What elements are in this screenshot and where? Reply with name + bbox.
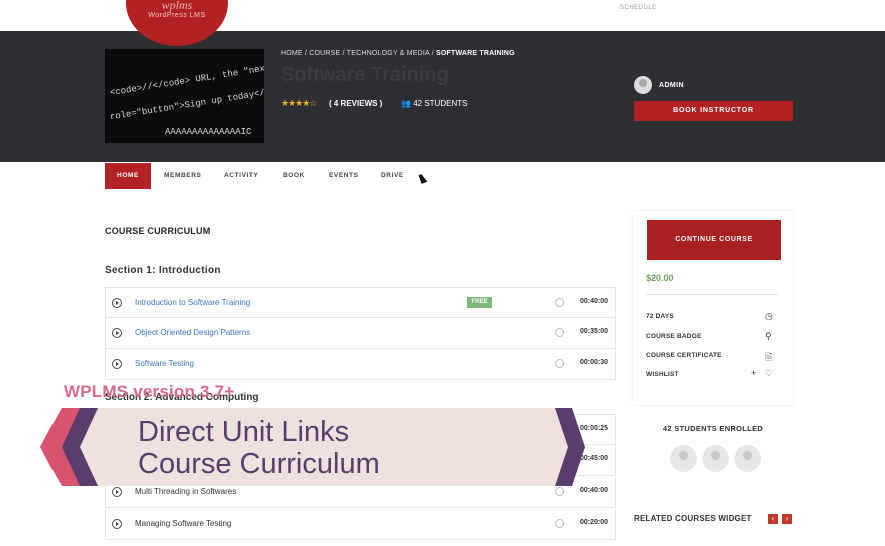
instructor-name[interactable]: ADMIN: [659, 82, 684, 89]
course-price: $20.00: [646, 273, 674, 283]
plus-icon[interactable]: +: [751, 368, 756, 378]
nav-link-schedule[interactable]: SCHEDULE: [620, 5, 657, 11]
unit-duration: 00:35:00: [580, 328, 609, 335]
tab-members[interactable]: MEMBERS: [164, 163, 201, 189]
certificate-icon: 🗎: [765, 352, 773, 362]
users-icon: 👥: [401, 99, 411, 108]
students-label: 42 STUDENTS: [413, 99, 468, 108]
feature-badge: COURSE BADGE: [646, 333, 702, 340]
free-badge: FREE: [467, 297, 492, 308]
rating-stars: ★★★★☆: [281, 98, 317, 108]
banner-line-2: Course Curriculum: [138, 448, 380, 480]
section-heading: Section 1: Introduction: [105, 265, 221, 276]
unit-duration: 00:20:00: [580, 519, 609, 526]
breadcrumb-course[interactable]: COURSE: [309, 50, 340, 57]
clock-icon: [555, 328, 564, 337]
feature-duration: 72 DAYS: [646, 313, 674, 320]
unit-row: Object Oriented Design Patterns 00:35:00: [105, 318, 616, 349]
play-icon: [112, 298, 122, 308]
course-title: Software Training: [281, 64, 449, 86]
unit-title[interactable]: Managing Software Testing: [135, 519, 231, 528]
curriculum-heading: COURSE CURRICULUM: [105, 226, 211, 236]
breadcrumb: HOME / COURSE / TECHNOLOGY & MEDIA / SOF…: [281, 50, 515, 57]
logo-subtitle: WordPress LMS: [148, 12, 206, 19]
tab-events[interactable]: EVENTS: [329, 163, 359, 189]
clock-icon: ◷: [765, 311, 773, 321]
unit-link[interactable]: Software Testing: [135, 359, 194, 368]
unit-link[interactable]: Introduction to Software Training: [135, 298, 250, 307]
student-avatar[interactable]: [670, 445, 697, 472]
tab-book[interactable]: BOOK: [283, 163, 305, 189]
students-enrolled: 42 STUDENTS ENROLLED: [662, 424, 764, 433]
tab-home[interactable]: HOME: [105, 163, 151, 189]
previous-arrow-icon[interactable]: ‹: [768, 514, 778, 524]
course-thumbnail: <code>//</code> URL, the "next" ="<" rol…: [105, 49, 264, 143]
next-arrow-icon[interactable]: ›: [782, 514, 792, 524]
clock-icon: [555, 519, 564, 528]
unit-row: Managing Software Testing 00:20:00: [105, 509, 616, 540]
heart-icon[interactable]: ♡: [765, 368, 773, 379]
breadcrumb-home[interactable]: HOME: [281, 50, 303, 57]
unit-duration: 00:00:30: [580, 359, 609, 366]
clock-icon: [555, 359, 564, 368]
banner-line-1: Direct Unit Links: [138, 416, 350, 448]
instructor-avatar[interactable]: [634, 76, 652, 94]
breadcrumb-current: SOFTWARE TRAINING: [435, 50, 515, 57]
related-courses-heading: RELATED COURSES WIDGET: [634, 514, 752, 523]
student-avatar[interactable]: [702, 445, 729, 472]
unit-duration: 00:40:00: [580, 298, 609, 305]
badge-icon: ⚲: [765, 331, 772, 341]
tab-drive[interactable]: DRIVE: [381, 163, 404, 189]
version-label: WPLMS version 3.7+: [64, 382, 235, 401]
feature-certificate: COURSE CERTIFICATE: [646, 352, 722, 359]
students-count: 👥 42 STUDENTS: [401, 99, 467, 108]
book-instructor-button[interactable]: BOOK INSTRUCTOR: [634, 101, 793, 121]
tab-activity[interactable]: ACTIVITY: [224, 163, 258, 189]
unit-row: Introduction to Software Training FREE 0…: [105, 287, 616, 318]
banner-text: Direct Unit Links Course Curriculum: [138, 416, 380, 480]
unit-link[interactable]: Object Oriented Design Patterns: [135, 328, 250, 337]
play-icon: [112, 519, 122, 529]
reviews-link[interactable]: ( 4 REVIEWS ): [329, 99, 382, 108]
play-icon: [112, 328, 122, 338]
play-icon: [112, 359, 122, 369]
breadcrumb-category[interactable]: TECHNOLOGY & MEDIA: [347, 50, 430, 57]
continue-course-button[interactable]: CONTINUE COURSE: [647, 220, 781, 260]
unit-row: Software Testing 00:00:30: [105, 349, 616, 380]
mouse-cursor: [418, 173, 428, 184]
clock-icon: [555, 298, 564, 307]
feature-wishlist: WISHLIST: [646, 371, 679, 378]
thumbnail-code-line: AAAAAAAAAAAAAAIC: [165, 127, 252, 137]
divider: [646, 294, 778, 295]
student-avatar[interactable]: [734, 445, 761, 472]
